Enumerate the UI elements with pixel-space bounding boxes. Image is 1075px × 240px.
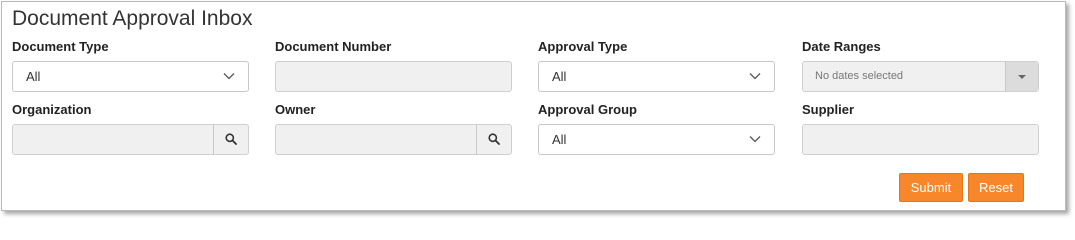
chevron-down-icon [223, 73, 235, 80]
date-ranges-field: Date Ranges No dates selected [802, 39, 1039, 92]
document-number-field: Document Number [275, 39, 512, 92]
chevron-down-icon [749, 73, 761, 80]
page-title: Document Approval Inbox [12, 7, 253, 30]
date-ranges-select[interactable]: No dates selected [802, 61, 1039, 92]
approval-type-value: All [552, 69, 567, 84]
approval-group-select[interactable]: All [538, 124, 775, 155]
approval-group-label: Approval Group [538, 102, 637, 117]
supplier-input[interactable] [802, 124, 1039, 155]
submit-button[interactable]: Submit [899, 173, 963, 202]
approval-type-label: Approval Type [538, 39, 628, 54]
caret-down-icon [1018, 75, 1026, 79]
search-icon [225, 133, 237, 145]
document-approval-inbox-panel: Document Approval Inbox Document Type Al… [1, 1, 1066, 211]
date-ranges-value: No dates selected [815, 70, 904, 82]
search-icon [488, 133, 500, 145]
date-ranges-label: Date Ranges [802, 39, 881, 54]
supplier-field: Supplier [802, 102, 1039, 155]
reset-button[interactable]: Reset [968, 173, 1024, 202]
organization-label: Organization [12, 102, 92, 117]
document-type-field: Document Type All [12, 39, 249, 92]
document-type-select[interactable]: All [12, 61, 249, 92]
chevron-down-icon [749, 136, 761, 143]
document-number-label: Document Number [275, 39, 392, 54]
organization-input[interactable] [12, 124, 249, 155]
approval-type-field: Approval Type All [538, 39, 775, 92]
document-type-value: All [26, 69, 41, 84]
approval-type-select[interactable]: All [538, 61, 775, 92]
supplier-label: Supplier [802, 102, 855, 117]
owner-field: Owner [275, 102, 512, 155]
document-type-label: Document Type [12, 39, 109, 54]
approval-group-value: All [552, 132, 567, 147]
approval-group-field: Approval Group All [538, 102, 775, 155]
organization-search-button[interactable] [213, 125, 248, 154]
owner-input[interactable] [275, 124, 512, 155]
owner-search-button[interactable] [476, 125, 511, 154]
owner-label: Owner [275, 102, 316, 117]
document-number-input[interactable] [275, 61, 512, 92]
organization-field: Organization [12, 102, 249, 155]
date-ranges-toggle-button[interactable] [1005, 62, 1038, 91]
